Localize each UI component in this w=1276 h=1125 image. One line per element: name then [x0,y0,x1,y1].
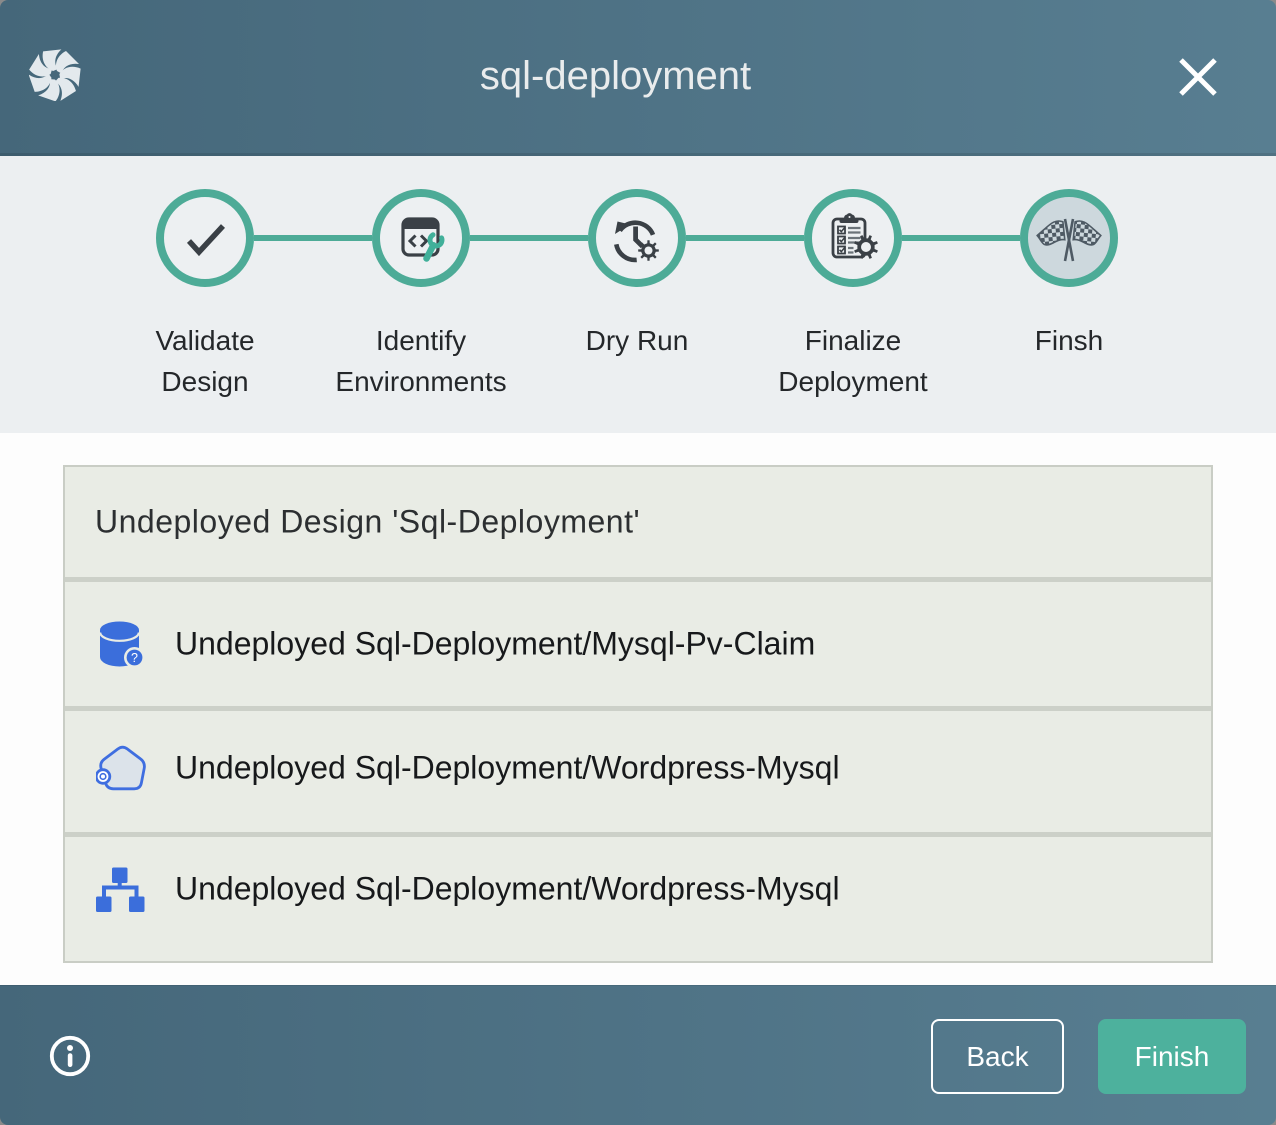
svg-text:?: ? [131,651,138,665]
